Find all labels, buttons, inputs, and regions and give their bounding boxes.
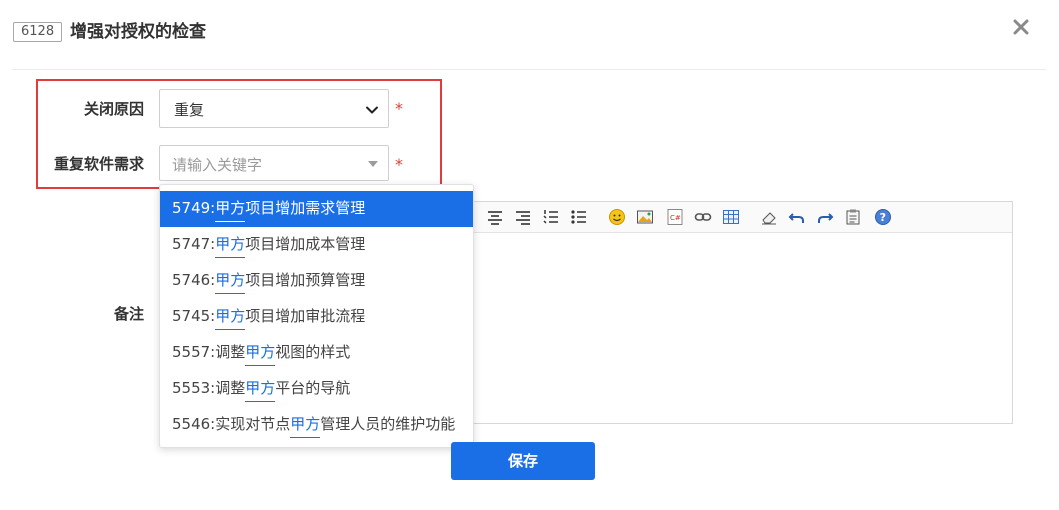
dropdown-option[interactable]: 5746:甲方项目增加预算管理 bbox=[160, 263, 473, 299]
option-suffix: 平台的导航 bbox=[275, 379, 351, 397]
code-icon[interactable]: C# bbox=[666, 208, 684, 226]
save-button[interactable]: 保存 bbox=[451, 442, 595, 480]
duplicate-story-search[interactable]: 请输入关键字 bbox=[159, 145, 389, 181]
dropdown-option[interactable]: 5747:甲方项目增加成本管理 bbox=[160, 227, 473, 263]
option-suffix: 视图的样式 bbox=[275, 343, 351, 361]
dropdown-option[interactable]: 5553:调整甲方平台的导航 bbox=[160, 371, 473, 407]
caret-down-icon bbox=[368, 161, 378, 167]
required-mark: * bbox=[395, 99, 403, 118]
svg-text:?: ? bbox=[880, 211, 886, 224]
option-prefix: 5745: bbox=[172, 307, 216, 325]
close-reason-select[interactable]: 重复 bbox=[159, 89, 389, 128]
ordered-list-icon[interactable] bbox=[542, 208, 560, 226]
duplicate-story-label: 重复软件需求 bbox=[53, 155, 144, 173]
chevron-down-icon bbox=[365, 102, 379, 116]
option-prefix: 5749: bbox=[172, 199, 216, 217]
close-icon[interactable] bbox=[1009, 15, 1033, 39]
option-prefix: 5747: bbox=[172, 235, 216, 253]
close-reason-value: 重复 bbox=[174, 101, 205, 119]
eraser-icon[interactable] bbox=[760, 208, 778, 226]
note-label: 备注 bbox=[113, 305, 144, 323]
option-suffix: 项目增加预算管理 bbox=[245, 271, 366, 289]
option-prefix: 5553:调整 bbox=[172, 379, 246, 397]
emoji-icon[interactable] bbox=[608, 208, 626, 226]
option-prefix: 5546:实现对节点 bbox=[172, 415, 291, 433]
required-mark: * bbox=[395, 155, 403, 174]
id-badge: 6128 bbox=[13, 22, 63, 42]
option-highlight: 甲方 bbox=[245, 335, 276, 369]
option-prefix: 5746: bbox=[172, 271, 216, 289]
search-placeholder: 请输入关键字 bbox=[172, 156, 263, 174]
option-prefix: 5557:调整 bbox=[172, 343, 246, 361]
dropdown-option[interactable]: 5557:调整甲方视图的样式 bbox=[160, 335, 473, 371]
link-icon[interactable] bbox=[694, 208, 712, 226]
option-suffix: 项目增加审批流程 bbox=[245, 307, 366, 325]
option-highlight: 甲方 bbox=[290, 407, 321, 441]
align-center-icon[interactable] bbox=[486, 208, 504, 226]
header-divider bbox=[12, 69, 1046, 70]
align-right-icon[interactable] bbox=[514, 208, 532, 226]
option-highlight: 甲方 bbox=[215, 191, 246, 225]
dropdown-option[interactable]: 5546:实现对节点甲方管理人员的维护功能 bbox=[160, 407, 473, 443]
duplicate-story-dropdown: 5749:甲方项目增加需求管理 5747:甲方项目增加成本管理 5746:甲方项… bbox=[159, 184, 474, 448]
dialog-header: 6128 增强对授权的检查 bbox=[0, 0, 1059, 66]
option-highlight: 甲方 bbox=[215, 227, 246, 261]
dropdown-option[interactable]: 5745:甲方项目增加审批流程 bbox=[160, 299, 473, 335]
table-icon[interactable] bbox=[722, 208, 740, 226]
image-icon[interactable] bbox=[636, 208, 654, 226]
paste-icon[interactable] bbox=[844, 208, 862, 226]
dialog-title: 增强对授权的检查 bbox=[70, 22, 206, 42]
option-highlight: 甲方 bbox=[215, 299, 246, 333]
unordered-list-icon[interactable] bbox=[570, 208, 588, 226]
help-icon[interactable]: ? bbox=[874, 208, 892, 226]
redo-icon[interactable] bbox=[816, 208, 834, 226]
option-highlight: 甲方 bbox=[245, 371, 276, 405]
dropdown-option[interactable]: 5749:甲方项目增加需求管理 bbox=[160, 191, 473, 227]
option-suffix: 管理人员的维护功能 bbox=[320, 415, 456, 433]
option-suffix: 项目增加成本管理 bbox=[245, 235, 366, 253]
close-reason-label: 关闭原因 bbox=[83, 100, 144, 118]
option-suffix: 项目增加需求管理 bbox=[245, 199, 366, 217]
svg-text:C#: C# bbox=[670, 214, 681, 222]
undo-icon[interactable] bbox=[788, 208, 806, 226]
option-highlight: 甲方 bbox=[215, 263, 246, 297]
